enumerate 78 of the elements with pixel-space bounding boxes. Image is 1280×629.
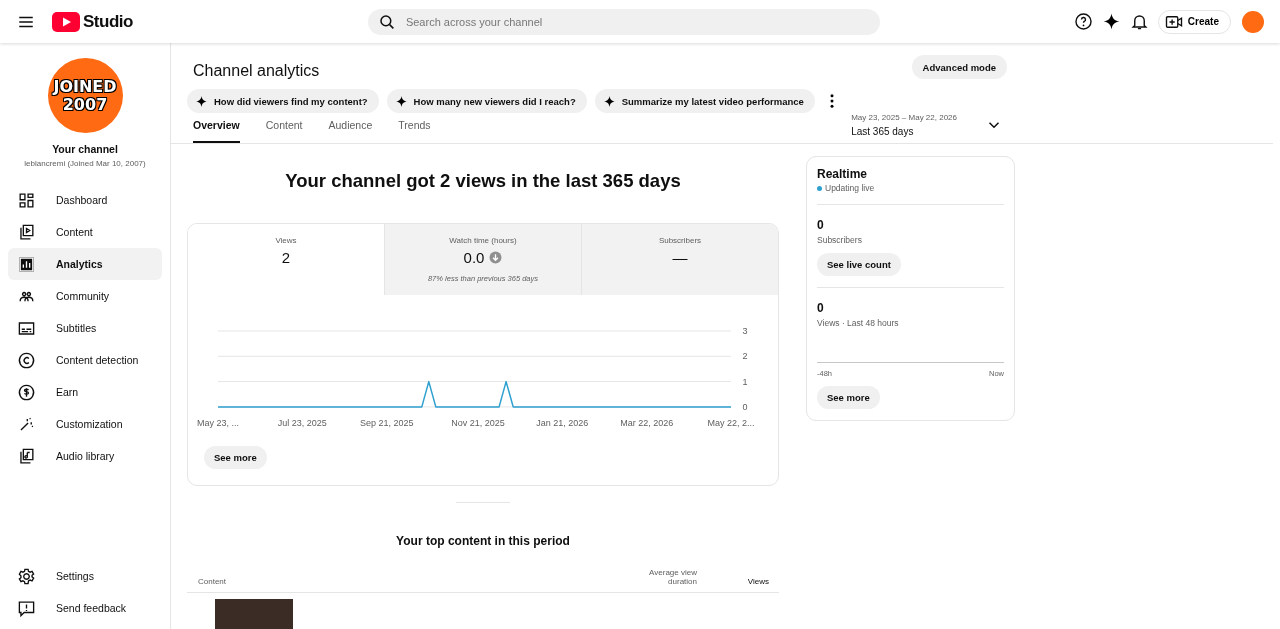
views-label: Views · Last 48 hours	[817, 318, 900, 328]
sidebar-item[interactable]: Analytics	[8, 248, 162, 280]
views-count: 0	[817, 301, 825, 315]
nav-icon	[17, 566, 36, 586]
play-logo-icon	[52, 11, 80, 32]
nav-icon	[17, 222, 36, 242]
create-button[interactable]: Create	[1157, 9, 1231, 34]
y-tick-label: 1	[742, 376, 748, 387]
channel-avatar: JOINED 2007	[47, 58, 123, 133]
column-header: Average view duration	[648, 568, 697, 586]
page-title: Channel analytics	[193, 62, 321, 80]
tab[interactable]: Trends	[398, 119, 431, 143]
advanced-mode-button[interactable]: Advanced mode	[911, 55, 1007, 79]
see-more-button[interactable]: See more	[817, 386, 880, 409]
section-title: Your top content in this period	[395, 534, 571, 548]
channel-title: Your channel	[52, 143, 118, 155]
sidebar-item[interactable]: Community	[8, 280, 162, 312]
prompt-chip[interactable]: How many new viewers did I reach?	[386, 89, 587, 113]
x-tick-label: May 22, 2...	[707, 417, 755, 428]
bell-icon[interactable]	[1129, 12, 1149, 31]
metric-label: Watch time (hours)	[449, 236, 517, 245]
metric-value: —	[672, 249, 688, 266]
x-tick-label: Mar 22, 2026	[620, 417, 674, 428]
metric-tab[interactable]: Subscribers —	[581, 224, 778, 295]
sparkle-icon[interactable]	[1101, 12, 1121, 31]
sparkle-icon	[394, 94, 408, 108]
x-tick-label: Sep 21, 2025	[359, 417, 414, 428]
date-range-label: Last 365 days	[851, 126, 915, 137]
sidebar-item[interactable]: Send feedback	[8, 592, 162, 624]
sidebar-item[interactable]: Subtitles	[8, 312, 162, 344]
avatar-icon[interactable]	[1242, 10, 1264, 33]
x-tick-label: Jan 21, 2026	[536, 417, 589, 428]
sidebar-item[interactable]: Earn	[8, 376, 162, 408]
metric-label: Subscribers	[658, 236, 702, 245]
nav-icon	[17, 254, 36, 274]
metric-value: 2	[281, 249, 291, 266]
search-field[interactable]: Search across your channel	[367, 8, 880, 35]
tab[interactable]: Overview	[193, 119, 240, 143]
nav-icon	[17, 350, 36, 370]
date-range-dates: May 23, 2025 – May 22, 2026	[851, 113, 957, 122]
sidebar-item[interactable]: Audio library	[8, 440, 162, 472]
sidebar-item[interactable]: Content detection	[8, 344, 162, 376]
sidebar-item[interactable]: Settings	[8, 560, 162, 592]
live-dot-icon	[817, 185, 822, 191]
nav-icon	[17, 446, 36, 466]
metric-label: Views	[275, 236, 297, 245]
y-tick-label: 2	[742, 351, 748, 362]
sparkle-icon	[602, 94, 616, 108]
tab[interactable]: Content	[265, 119, 303, 143]
x-tick-label: Nov 21, 2025	[451, 417, 505, 428]
nav-icon	[17, 598, 36, 618]
see-live-count-button[interactable]: See live count	[817, 253, 901, 276]
tab[interactable]: Audience	[328, 119, 373, 143]
help-icon[interactable]	[1073, 12, 1093, 31]
column-header: Content	[198, 577, 228, 586]
see-more-button[interactable]: See more	[204, 446, 267, 469]
realtime-status: Updating live	[825, 183, 875, 193]
sidebar-item[interactable]: Customization	[8, 408, 162, 440]
nav-icon	[17, 190, 36, 210]
logo-text: Studio	[83, 11, 133, 32]
prompt-chip[interactable]: How did viewers find my content?	[187, 89, 379, 113]
channel-subtitle: leblancremi (Joined Mar 10, 2007)	[24, 159, 146, 168]
subscriber-count: 0	[817, 218, 825, 232]
y-tick-label: 0	[742, 401, 748, 412]
x-tick-label: May 23, ...	[197, 417, 239, 428]
realtime-title: Realtime	[817, 167, 869, 181]
x-tick-label: Jul 23, 2025	[277, 417, 327, 428]
sparkle-icon	[195, 94, 208, 108]
nav-icon	[17, 382, 36, 402]
sidebar-item[interactable]: Content	[8, 216, 162, 248]
metric-value: 0.0	[463, 249, 485, 266]
column-header: Views	[746, 577, 770, 586]
prompt-chip[interactable]: Summarize my latest video performance	[594, 89, 815, 113]
sidebar-item[interactable]: Dashboard	[8, 184, 162, 216]
date-range-picker[interactable]: May 23, 2025 – May 22, 2026 Last 365 days	[851, 113, 1003, 143]
subscriber-label: Subscribers	[817, 235, 863, 245]
headline: Your channel got 2 views in the last 365 days	[284, 170, 682, 192]
y-tick-label: 3	[742, 326, 748, 336]
